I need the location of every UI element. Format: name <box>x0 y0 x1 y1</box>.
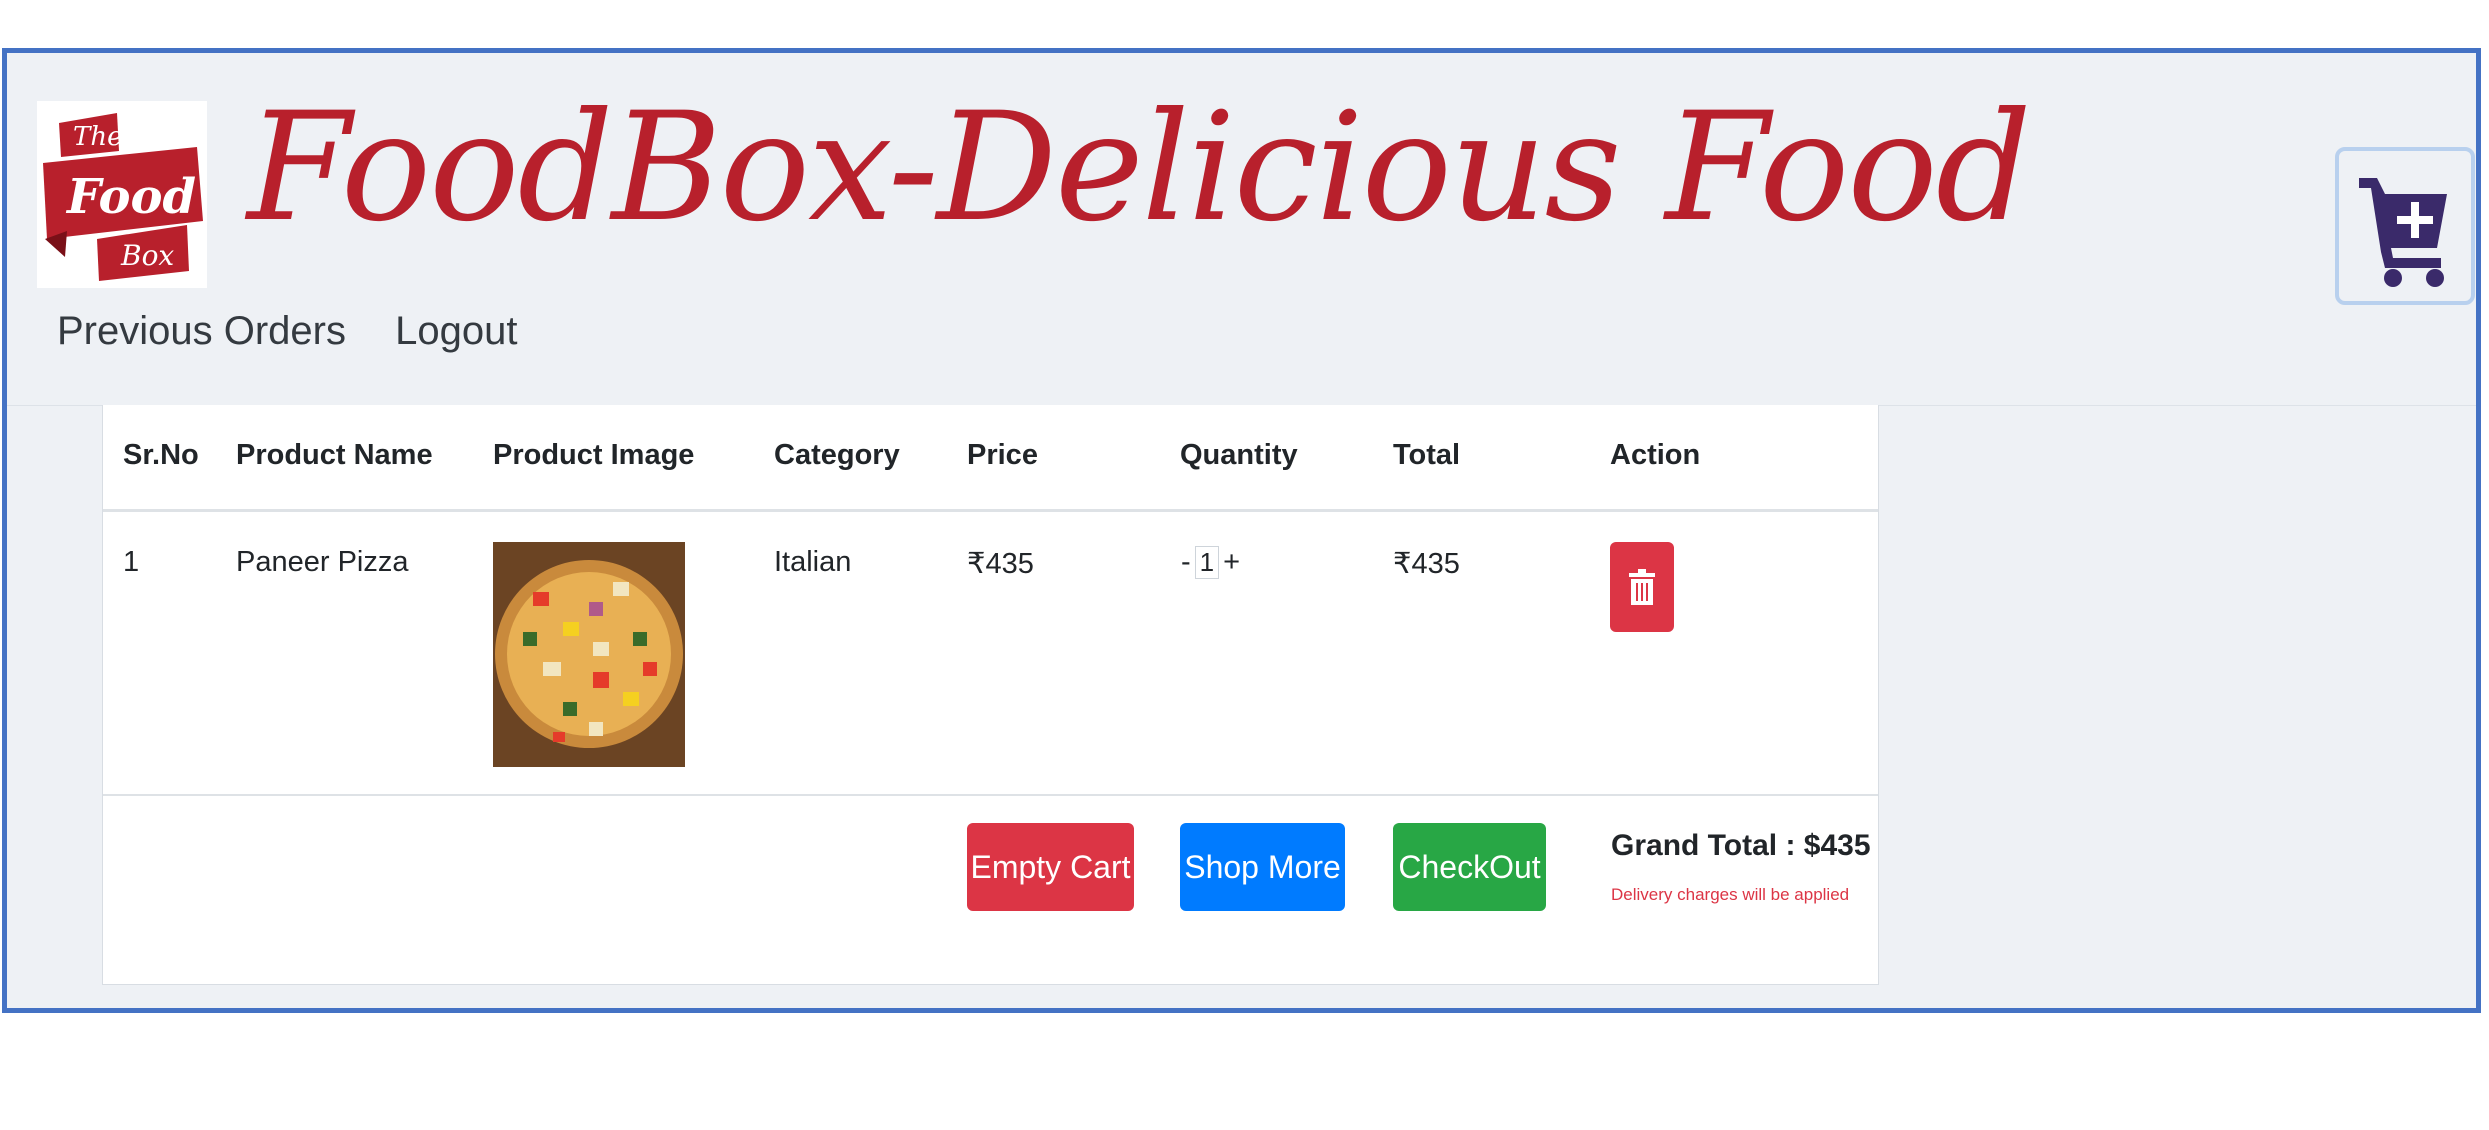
main-nav: Previous Orders Logout <box>57 309 555 354</box>
nav-logout[interactable]: Logout <box>395 309 517 353</box>
nav-previous-orders[interactable]: Previous Orders <box>57 309 346 353</box>
col-action: Action <box>1610 439 1701 471</box>
col-sr-no: Sr.No <box>123 439 199 471</box>
site-title: FoodBox-Delicious Food <box>247 81 2032 255</box>
col-price: Price <box>967 439 1038 471</box>
svg-text:Box: Box <box>120 239 174 272</box>
row-category: Italian <box>774 546 852 578</box>
empty-cart-button[interactable]: Empty Cart <box>967 823 1134 911</box>
checkout-button[interactable]: CheckOut <box>1393 823 1546 911</box>
svg-text:The: The <box>73 122 122 152</box>
cart-plus-icon <box>2359 178 2447 287</box>
delete-item-button[interactable] <box>1610 542 1674 632</box>
col-product-image: Product Image <box>493 439 695 471</box>
app-window: The Food Box FoodBox-Delicious Food Prev… <box>2 48 2481 1013</box>
cart-button[interactable] <box>2335 147 2475 305</box>
row-price: ₹435 <box>967 548 1034 580</box>
col-quantity: Quantity <box>1180 439 1298 471</box>
col-category: Category <box>774 439 900 471</box>
table-header: Sr.No Product Name Product Image Categor… <box>103 405 1878 512</box>
col-product-name: Product Name <box>236 439 433 471</box>
row-product-name: Paneer Pizza <box>236 546 409 578</box>
qty-decrease-button[interactable]: - <box>1181 546 1191 579</box>
shop-more-button[interactable]: Shop More <box>1180 823 1345 911</box>
site-header: The Food Box FoodBox-Delicious Food Prev… <box>7 53 2476 406</box>
row-total: ₹435 <box>1393 548 1460 580</box>
delivery-note: Delivery charges will be applied <box>1611 885 1850 904</box>
food-box-logo[interactable]: The Food Box <box>37 101 207 288</box>
grand-total: Grand Total : $435 <box>1611 829 1871 862</box>
col-total: Total <box>1393 439 1461 471</box>
row-sr-no: 1 <box>123 546 140 578</box>
quantity-field[interactable]: 1 <box>1194 546 1220 579</box>
quantity-stepper: - 1 + <box>1181 546 1240 579</box>
pizza-image <box>493 542 685 767</box>
cart-panel: Sr.No Product Name Product Image Categor… <box>102 405 1879 985</box>
table-row: 1 Paneer Pizza Italian ₹435 - 1 + ₹435 <box>103 512 1878 796</box>
trash-icon <box>1629 569 1655 605</box>
svg-text:Food: Food <box>65 169 196 225</box>
qty-increase-button[interactable]: + <box>1223 546 1240 579</box>
